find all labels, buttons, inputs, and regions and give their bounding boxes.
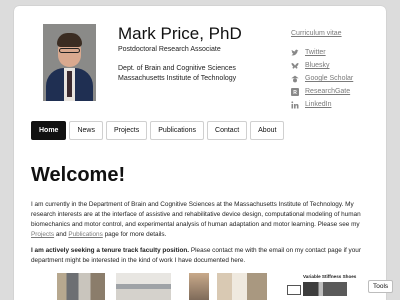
tab-contact[interactable]: Contact — [207, 121, 248, 140]
dept-line-2: Massachusetts Institute of Technology — [118, 75, 237, 82]
researchgate-icon: R — [291, 87, 299, 96]
profile-name: Mark Price, PhD — [118, 24, 242, 43]
profile-position: Postdoctoral Research Associate — [118, 46, 221, 53]
intro-paragraph: I am currently in the Department of Brai… — [31, 200, 369, 240]
svg-text:R: R — [293, 90, 297, 96]
intro-end: page for more details. — [104, 231, 167, 238]
social-links: Twitter Bluesky Google Scholar R Researc… — [291, 46, 353, 111]
dept-line-1: Dept. of Brain and Cognitive Sciences — [118, 65, 236, 72]
variable-stiffness-caption: Variable Stiffness Shoes — [303, 274, 357, 279]
publications-link[interactable]: Publications — [68, 231, 102, 238]
tab-home[interactable]: Home — [31, 121, 67, 140]
cv-link[interactable]: Curriculum vitae — [291, 30, 342, 37]
twitter-link[interactable]: Twitter — [291, 46, 353, 59]
project-image-3[interactable] — [189, 273, 209, 300]
project-image-1[interactable] — [57, 273, 105, 300]
projects-link[interactable]: Projects — [31, 231, 54, 238]
profile-photo — [43, 24, 96, 101]
tab-news[interactable]: News — [69, 121, 103, 140]
bluesky-link[interactable]: Bluesky — [291, 59, 353, 72]
researchgate-link[interactable]: R ResearchGate — [291, 85, 353, 98]
tools-button[interactable]: Tools — [368, 280, 394, 293]
intro-and: and — [55, 231, 67, 238]
google-scholar-label: Google Scholar — [305, 75, 354, 82]
project-image-2[interactable] — [116, 273, 171, 300]
tab-publications[interactable]: Publications — [150, 121, 205, 140]
profile-affiliation: Dept. of Brain and Cognitive Sciences Ma… — [118, 64, 236, 84]
project-image-strip: Variable Stiffness Shoes — [57, 273, 367, 300]
job-search-bold: I am actively seeking a tenure track fac… — [31, 247, 190, 254]
main-nav: Home News Projects Publications Contact … — [31, 121, 285, 140]
linkedin-label: LinkedIn — [305, 101, 332, 108]
researchgate-label: ResearchGate — [305, 88, 351, 95]
tab-about[interactable]: About — [250, 121, 285, 140]
project-image-5[interactable]: Variable Stiffness Shoes — [285, 273, 357, 300]
job-search-paragraph: I am actively seeking a tenure track fac… — [31, 246, 369, 266]
bluesky-icon — [291, 62, 299, 70]
linkedin-link[interactable]: LinkedIn — [291, 98, 353, 111]
twitter-label: Twitter — [305, 49, 326, 56]
google-scholar-link[interactable]: Google Scholar — [291, 72, 353, 85]
page-card: Mark Price, PhD Postdoctoral Research As… — [14, 6, 386, 300]
google-scholar-icon — [291, 75, 299, 83]
tab-projects[interactable]: Projects — [105, 121, 148, 140]
bluesky-label: Bluesky — [305, 62, 330, 69]
project-image-4[interactable] — [217, 273, 267, 300]
linkedin-icon — [291, 100, 299, 109]
twitter-icon — [291, 49, 299, 57]
welcome-heading: Welcome! — [31, 164, 126, 186]
intro-text: I am currently in the Department of Brai… — [31, 201, 361, 228]
